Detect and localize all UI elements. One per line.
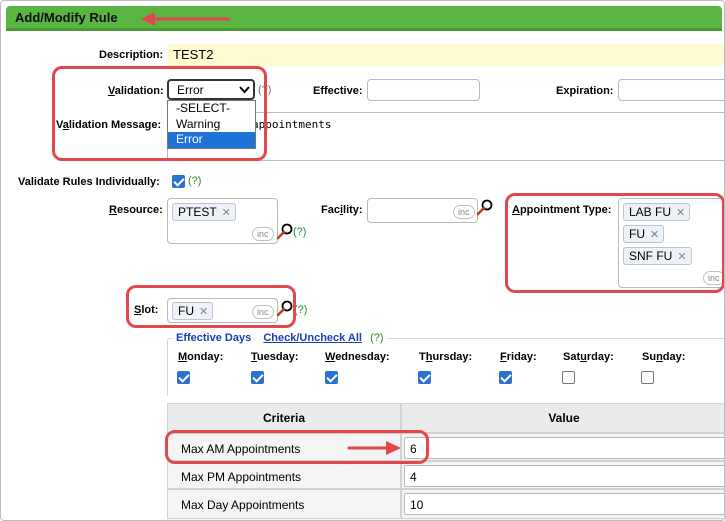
effective-label: Effective: — [313, 85, 363, 97]
highlight-box-validation — [52, 66, 267, 161]
day-label-friday: Friday: — [500, 351, 537, 363]
criteria-cell: Max Day Appointments — [181, 498, 305, 512]
table-row-value: 6 — [401, 433, 724, 461]
table-row-value: 4 — [401, 461, 724, 489]
day-label-saturday: Saturday: — [563, 351, 614, 363]
table-row-value: 10 — [401, 489, 724, 519]
resource-chip[interactable]: PTEST ✕ — [172, 203, 236, 221]
effective-days-fieldset — [167, 338, 724, 396]
check-uncheck-all-link[interactable]: Check/Uncheck All — [263, 332, 362, 344]
table-row: Max Day Appointments — [167, 489, 401, 519]
table-row: Max PM Appointments — [167, 461, 401, 489]
validate-individually-help-icon[interactable]: (?) — [188, 175, 201, 187]
facility-input[interactable]: inc — [367, 198, 478, 223]
expiration-date-input[interactable] — [618, 79, 724, 101]
effective-date-input[interactable] — [367, 79, 480, 101]
expiration-label: Expiration: — [556, 85, 614, 97]
annotation-arrow-max-am — [347, 441, 401, 455]
effective-days-legend: Effective Days Check/Uncheck All (?) — [173, 332, 387, 344]
highlight-box-slot — [126, 285, 296, 328]
day-label-wednesday: Wednesday: — [325, 351, 390, 363]
add-modify-rule-panel: Add/Modify Rule Description: TEST2 Valid… — [0, 0, 725, 521]
title-bar: Add/Modify Rule — [6, 6, 722, 31]
value-input[interactable]: 6 — [404, 437, 724, 459]
day-checkbox-tuesday[interactable] — [251, 371, 264, 384]
resource-label: Resource: — [109, 204, 163, 216]
description-value: TEST2 — [173, 47, 214, 62]
day-label-thursday: Thursday: — [419, 351, 473, 363]
day-checkbox-monday[interactable] — [177, 371, 190, 384]
resource-help-icon[interactable]: (?) — [293, 226, 306, 238]
effective-days-help-icon[interactable]: (?) — [370, 332, 383, 344]
value-input[interactable]: 4 — [404, 465, 724, 487]
value-cell: 4 — [410, 470, 417, 484]
annotation-arrow-title — [141, 12, 231, 26]
validate-individually-checkbox[interactable] — [172, 175, 185, 188]
resource-chip-label: PTEST — [178, 205, 217, 219]
description-label: Description: — [99, 49, 164, 61]
day-checkbox-sunday[interactable] — [641, 371, 654, 384]
page-title: Add/Modify Rule — [15, 10, 118, 25]
criteria-cell: Max PM Appointments — [181, 470, 302, 484]
value-input[interactable]: 10 — [404, 493, 724, 515]
resource-lookup-search-icon[interactable] — [276, 223, 294, 241]
day-label-tuesday: Tuesday: — [251, 351, 299, 363]
resource-input[interactable]: PTEST ✕ inc — [167, 198, 278, 244]
effective-days-title: Effective Days — [176, 332, 252, 344]
resource-inc-badge[interactable]: inc — [252, 227, 274, 241]
slot-help-icon[interactable]: (?) — [294, 304, 307, 316]
day-label-monday: Monday: — [178, 351, 224, 363]
value-header: Value — [401, 403, 724, 433]
day-checkbox-wednesday[interactable] — [325, 371, 338, 384]
value-cell: 10 — [410, 498, 424, 512]
day-checkbox-thursday[interactable] — [418, 371, 431, 384]
criteria-header: Criteria — [167, 403, 401, 433]
highlight-box-appointment-type — [505, 193, 724, 293]
remove-chip-icon[interactable]: ✕ — [222, 207, 231, 219]
facility-label: Facility: — [321, 204, 363, 216]
description-input[interactable]: TEST2 — [168, 44, 724, 66]
day-label-sunday: Sunday: — [642, 351, 686, 363]
day-checkbox-friday[interactable] — [499, 371, 512, 384]
facility-inc-badge[interactable]: inc — [453, 205, 475, 219]
facility-lookup-search-icon[interactable] — [476, 199, 494, 217]
day-checkbox-saturday[interactable] — [562, 371, 575, 384]
validate-individually-label: Validate Rules Individually: — [18, 176, 160, 188]
